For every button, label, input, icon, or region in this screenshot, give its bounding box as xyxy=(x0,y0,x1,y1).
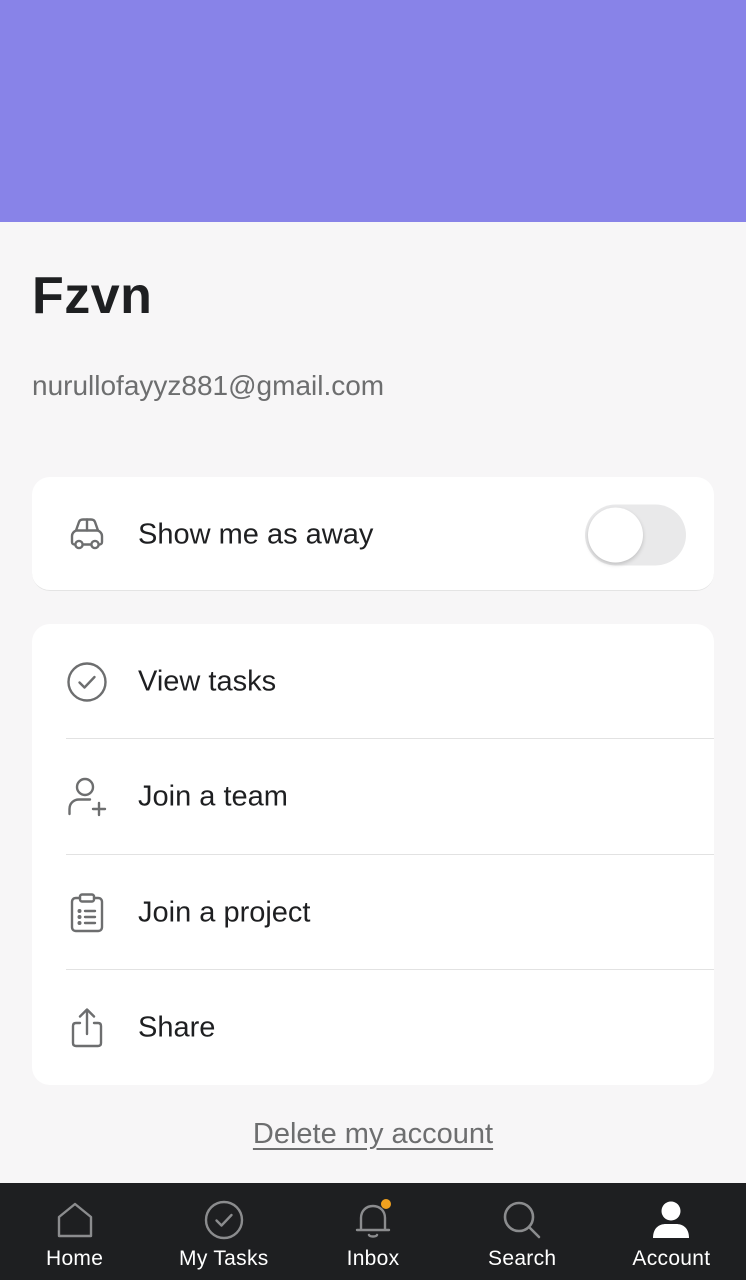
search-icon xyxy=(501,1199,543,1241)
tab-label: Account xyxy=(632,1247,711,1270)
profile-name: Fzvn xyxy=(32,267,153,325)
tab-label: Search xyxy=(488,1247,557,1270)
tab-label: Inbox xyxy=(346,1247,400,1270)
profile-banner xyxy=(0,0,746,222)
away-card: Show me as away xyxy=(32,477,714,591)
person-icon xyxy=(650,1199,692,1241)
check-circle-icon xyxy=(203,1199,245,1241)
toggle-knob xyxy=(588,507,643,562)
add-person-icon xyxy=(66,776,108,818)
tab-account[interactable]: Account xyxy=(597,1183,746,1280)
car-icon xyxy=(66,514,108,556)
notification-dot xyxy=(381,1199,391,1209)
bottom-tab-bar: Home My Tasks Inbox Search Account xyxy=(0,1183,746,1280)
menu-item-label: Join a team xyxy=(138,780,288,812)
away-toggle[interactable] xyxy=(585,504,686,565)
away-label: Show me as away xyxy=(138,518,374,550)
away-row[interactable]: Show me as away xyxy=(32,477,714,592)
menu-item-label: Share xyxy=(138,1011,216,1043)
tab-label: My Tasks xyxy=(179,1247,269,1270)
tab-inbox[interactable]: Inbox xyxy=(298,1183,447,1280)
menu-item-join-team[interactable]: Join a team xyxy=(32,739,714,854)
bell-icon xyxy=(352,1199,394,1241)
menu-card: View tasks Join a team Join a project Sh… xyxy=(32,624,714,1085)
clipboard-icon xyxy=(66,892,108,934)
tab-home[interactable]: Home xyxy=(0,1183,149,1280)
menu-item-view-tasks[interactable]: View tasks xyxy=(32,624,714,739)
menu-item-share[interactable]: Share xyxy=(32,970,714,1085)
delete-account-link[interactable]: Delete my account xyxy=(0,1118,746,1151)
tab-my-tasks[interactable]: My Tasks xyxy=(149,1183,298,1280)
tab-label: Home xyxy=(45,1247,104,1270)
tab-search[interactable]: Search xyxy=(448,1183,597,1280)
home-icon xyxy=(54,1199,96,1241)
profile-email: nurullofayyz881@gmail.com xyxy=(32,370,385,401)
check-circle-icon xyxy=(66,661,108,703)
menu-item-label: Join a project xyxy=(138,896,311,928)
menu-item-label: View tasks xyxy=(138,665,277,697)
menu-item-join-project[interactable]: Join a project xyxy=(32,855,714,970)
share-icon xyxy=(66,1007,108,1049)
